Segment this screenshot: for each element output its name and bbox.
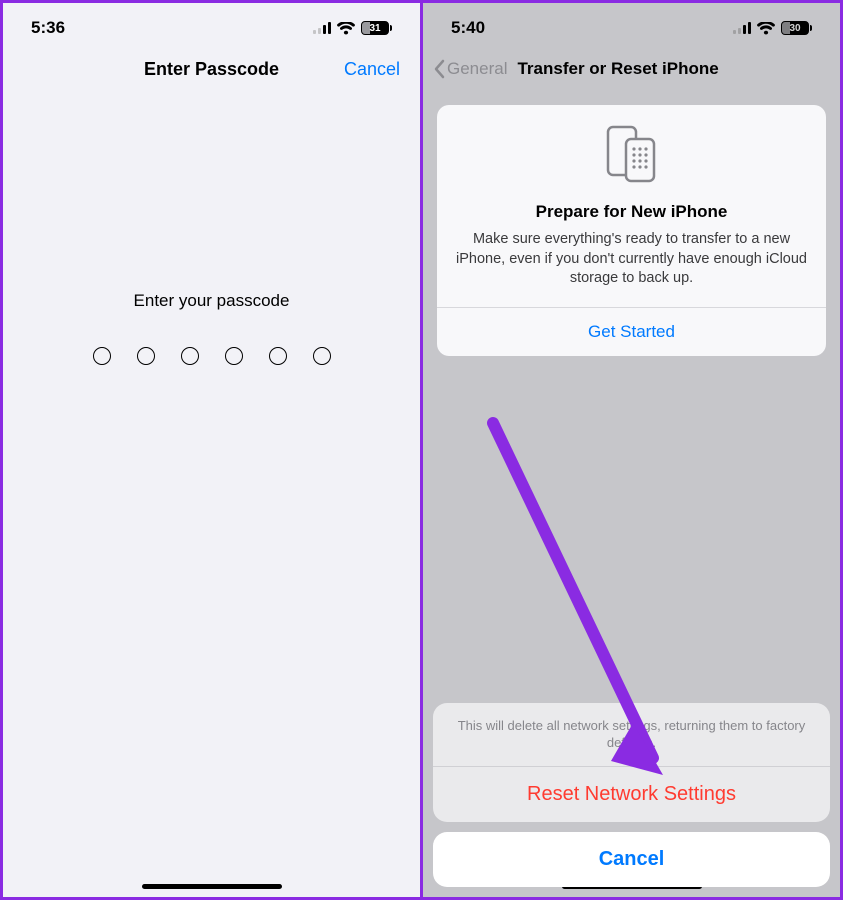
passcode-area: Enter your passcode — [3, 291, 420, 365]
nav-bar: General Transfer or Reset iPhone — [423, 47, 840, 91]
battery-percent: 31 — [362, 22, 388, 35]
page-title: Transfer or Reset iPhone — [517, 59, 718, 79]
status-time: 5:36 — [31, 18, 65, 38]
cancel-button[interactable]: Cancel — [344, 59, 400, 80]
status-bar: 5:36 31 — [3, 3, 420, 47]
action-sheet-block: This will delete all network settings, r… — [433, 703, 830, 822]
back-button[interactable]: General — [433, 59, 507, 79]
nav-bar: Enter Passcode Cancel — [3, 47, 420, 91]
card-title: Prepare for New iPhone — [455, 202, 808, 222]
chevron-left-icon — [433, 59, 445, 79]
wifi-icon — [337, 22, 355, 35]
passcode-dot — [269, 347, 287, 365]
passcode-dot — [181, 347, 199, 365]
card-description: Make sure everything's ready to transfer… — [455, 230, 808, 289]
sheet-message: This will delete all network settings, r… — [433, 703, 830, 766]
devices-icon — [602, 125, 662, 188]
reset-network-settings-button[interactable]: Reset Network Settings — [433, 767, 830, 822]
phone-left: 5:36 31 Enter Passcode Cancel — [3, 3, 423, 897]
passcode-dot — [93, 347, 111, 365]
battery-icon: 31 — [361, 21, 392, 35]
page-title: Enter Passcode — [144, 59, 279, 80]
home-indicator[interactable] — [142, 884, 282, 889]
passcode-dot — [313, 347, 331, 365]
cancel-button[interactable]: Cancel — [433, 832, 830, 887]
cellular-icon — [313, 22, 331, 34]
get-started-button[interactable]: Get Started — [455, 308, 808, 356]
phone-right: 5:40 30 General — [423, 3, 840, 897]
back-label: General — [447, 59, 507, 79]
passcode-dot — [137, 347, 155, 365]
passcode-prompt: Enter your passcode — [3, 291, 420, 311]
prepare-card: Prepare for New iPhone Make sure everyth… — [437, 105, 826, 356]
passcode-dot — [225, 347, 243, 365]
passcode-dots[interactable] — [3, 347, 420, 365]
action-sheet: This will delete all network settings, r… — [433, 703, 830, 887]
status-indicators: 31 — [313, 21, 392, 35]
